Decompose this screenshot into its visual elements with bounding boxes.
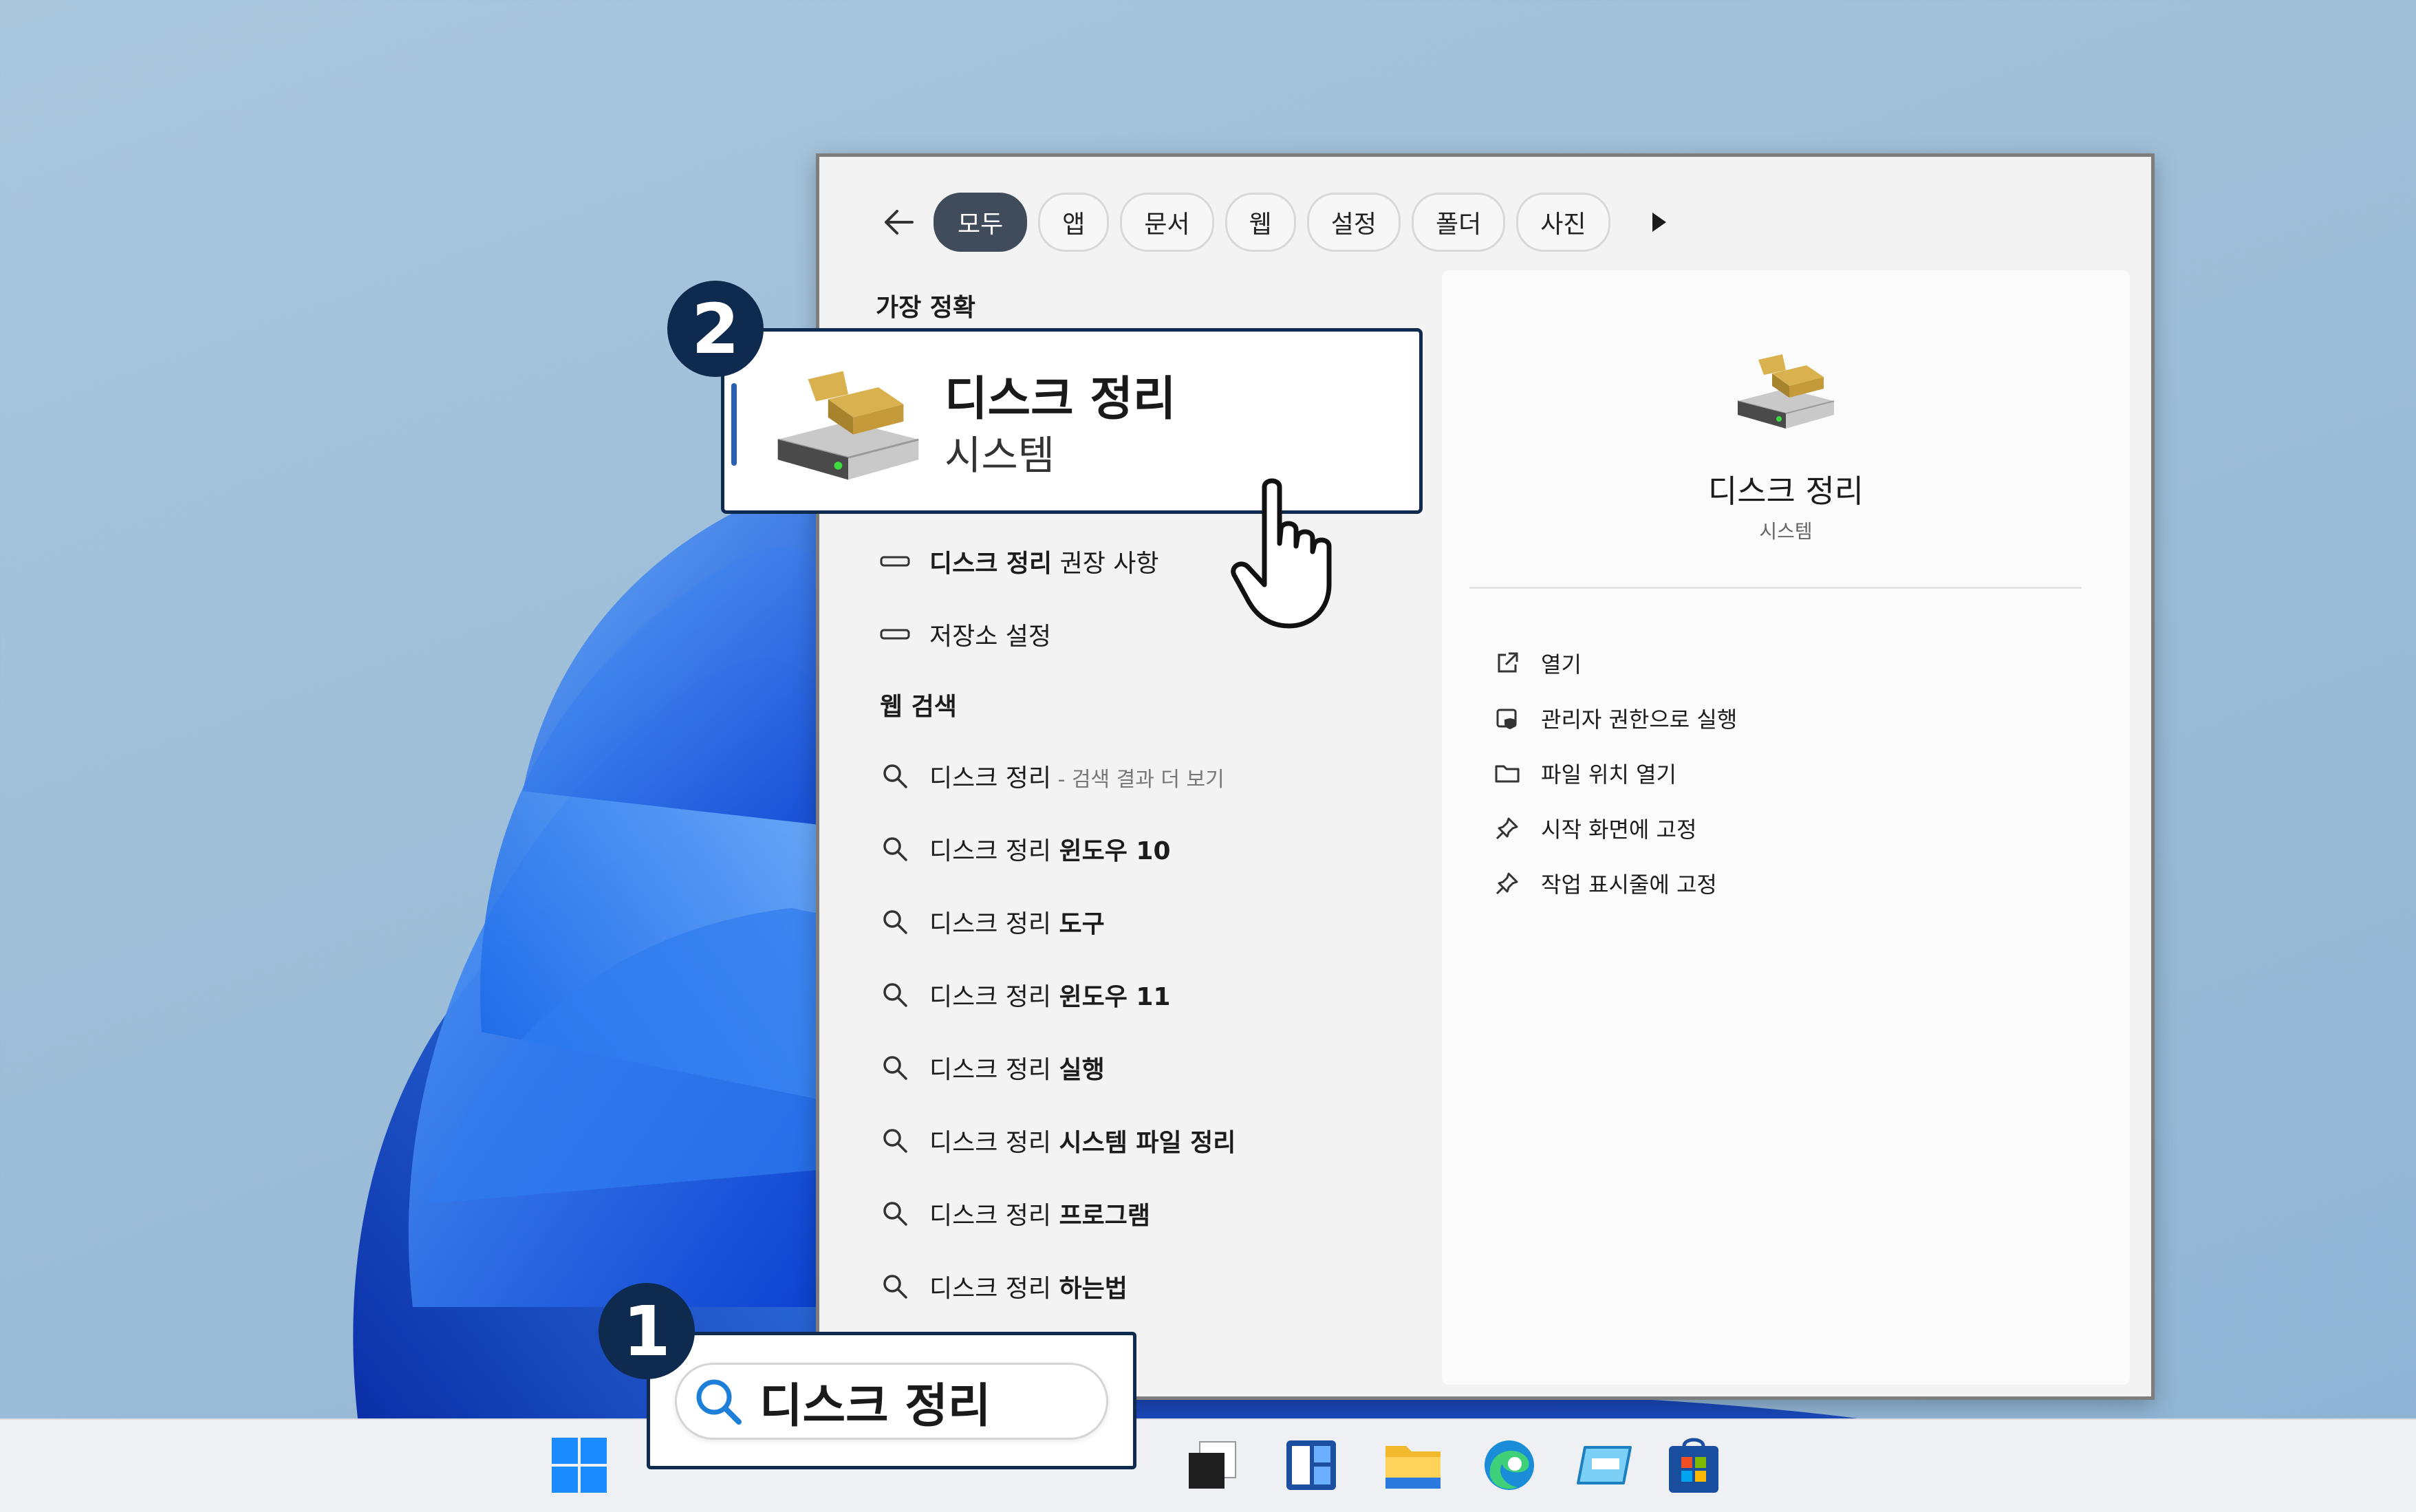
filter-tab-all[interactable]: 모두 bbox=[934, 193, 1028, 252]
action-label: 관리자 권한으로 실행 bbox=[1541, 706, 1738, 733]
result-text: 권장 사항 bbox=[1052, 550, 1159, 578]
start-button[interactable] bbox=[550, 1436, 608, 1494]
filter-bar: 모두 앱 문서 웹 설정 폴더 사진 bbox=[874, 191, 1683, 253]
action-open[interactable]: 열기 bbox=[1490, 639, 1582, 687]
hand-cursor-icon bbox=[1231, 478, 1332, 629]
web-result-bold: 시스템 파일 정리 bbox=[1059, 1129, 1236, 1157]
selection-indicator bbox=[731, 383, 737, 466]
web-result-row[interactable]: 디스크 정리 실행 bbox=[874, 1033, 1535, 1102]
folder-icon bbox=[1495, 765, 1520, 783]
action-label: 파일 위치 열기 bbox=[1541, 762, 1676, 788]
web-result-row[interactable]: 디스크 정리 - 검색 결과 더 보기 bbox=[874, 742, 1535, 810]
edge-browser-button[interactable] bbox=[1480, 1436, 1538, 1494]
search-icon bbox=[883, 910, 907, 934]
web-result-bold: 윈도우 10 bbox=[1059, 837, 1171, 865]
detail-pane: 디스크 정리 시스템 열기 관리자 권한으로 실행 파일 위치 열기 시작 화면… bbox=[1442, 270, 2130, 1385]
microsoft-store-button[interactable] bbox=[1665, 1436, 1723, 1494]
search-icon bbox=[883, 1129, 907, 1153]
web-result-row[interactable]: 디스크 정리 도구 bbox=[874, 887, 1535, 956]
detail-app-type: 시스템 bbox=[1759, 520, 1813, 543]
result-row-storage-settings[interactable]: 저장소 설정 bbox=[874, 600, 1535, 669]
web-result-row[interactable]: 디스크 정리 윈도우 11 bbox=[874, 960, 1535, 1029]
web-result-prefix: 디스크 정리 bbox=[929, 764, 1052, 792]
back-button[interactable] bbox=[874, 198, 923, 246]
filter-tab-photos[interactable]: 사진 bbox=[1516, 193, 1610, 252]
search-icon bbox=[883, 837, 907, 861]
search-icon bbox=[696, 1379, 742, 1425]
web-result-row[interactable]: 디스크 정리 하는법 bbox=[874, 1252, 1535, 1321]
web-result-prefix: 디스크 정리 bbox=[929, 983, 1059, 1011]
filter-tab-web[interactable]: 웹 bbox=[1225, 193, 1296, 252]
action-pin-to-start[interactable]: 시작 화면에 고정 bbox=[1490, 804, 1696, 852]
web-result-prefix: 디스크 정리 bbox=[929, 837, 1059, 865]
drive-icon bbox=[880, 556, 910, 567]
filter-tab-settings[interactable]: 설정 bbox=[1306, 193, 1401, 252]
taskbar-search-query: 디스크 정리 bbox=[759, 1379, 991, 1434]
web-result-prefix: 디스크 정리 bbox=[929, 910, 1059, 938]
filter-tab-folders[interactable]: 폴더 bbox=[1412, 193, 1506, 252]
web-result-bold: 실행 bbox=[1059, 1056, 1105, 1084]
web-result-bold: 하는법 bbox=[1059, 1275, 1128, 1303]
filter-tab-documents[interactable]: 문서 bbox=[1120, 193, 1214, 252]
filter-tab-apps[interactable]: 앱 bbox=[1038, 193, 1110, 252]
web-result-row[interactable]: 디스크 정리 시스템 파일 정리 bbox=[874, 1106, 1535, 1175]
edge-icon bbox=[1485, 1440, 1534, 1490]
search-icon bbox=[883, 764, 907, 788]
open-external-icon bbox=[1498, 652, 1518, 673]
web-result-bold: 프로그램 bbox=[1059, 1202, 1150, 1230]
action-run-as-admin[interactable]: 관리자 권한으로 실행 bbox=[1490, 694, 1737, 742]
folder-icon bbox=[1385, 1446, 1441, 1489]
web-search-heading: 웹 검색 bbox=[880, 693, 957, 721]
step-badge-1: 1 bbox=[598, 1283, 695, 1379]
web-result-prefix: 디스크 정리 bbox=[929, 1129, 1059, 1157]
widgets-button[interactable] bbox=[1282, 1436, 1340, 1494]
drive-icon bbox=[880, 629, 910, 640]
web-result-bold: 윈도우 11 bbox=[1059, 983, 1171, 1011]
web-result-prefix: 디스크 정리 bbox=[929, 1056, 1059, 1084]
app-button[interactable] bbox=[1575, 1436, 1633, 1494]
detail-divider bbox=[1469, 587, 2082, 589]
back-arrow-icon bbox=[885, 210, 914, 235]
pin-icon bbox=[1496, 872, 1518, 895]
drive-app-icon bbox=[1577, 1446, 1632, 1484]
action-open-file-location[interactable]: 파일 위치 열기 bbox=[1490, 749, 1676, 797]
shield-admin-icon bbox=[1496, 709, 1517, 729]
disk-cleanup-icon bbox=[777, 371, 919, 480]
result-row-disk-cleanup-recommendations[interactable]: 디스크 정리 권장 사항 bbox=[874, 527, 1535, 596]
windows-logo-icon bbox=[552, 1438, 607, 1493]
web-result-prefix: 디스크 정리 bbox=[929, 1275, 1059, 1303]
task-view-button[interactable] bbox=[1183, 1436, 1241, 1494]
action-label: 열기 bbox=[1541, 651, 1582, 678]
web-result-bold: 도구 bbox=[1059, 910, 1105, 938]
play-arrow-icon bbox=[1652, 213, 1666, 232]
web-result-row[interactable]: 디스크 정리 윈도우 10 bbox=[874, 814, 1535, 883]
step-badge-2: 2 bbox=[667, 281, 764, 377]
result-text: 저장소 설정 bbox=[929, 623, 1052, 651]
web-result-sub: - 검색 결과 더 보기 bbox=[1051, 768, 1225, 792]
taskbar-search-callout: 디스크 정리 bbox=[647, 1332, 1136, 1469]
best-match-subtitle: 시스템 bbox=[945, 432, 1055, 479]
store-icon bbox=[1669, 1438, 1718, 1493]
file-explorer-button[interactable] bbox=[1384, 1436, 1442, 1494]
best-match-title: 디스크 정리 bbox=[945, 372, 1176, 426]
search-icon bbox=[883, 1275, 907, 1299]
web-result-prefix: 디스크 정리 bbox=[929, 1202, 1059, 1230]
best-match-heading: 가장 정확 bbox=[876, 294, 976, 322]
web-result-row[interactable]: 디스크 정리 프로그램 bbox=[874, 1179, 1535, 1248]
search-icon bbox=[883, 1056, 907, 1080]
result-bold-text: 디스크 정리 bbox=[929, 550, 1053, 578]
disk-cleanup-icon bbox=[1737, 354, 1835, 429]
task-view-icon bbox=[1189, 1441, 1236, 1489]
detail-app-name: 디스크 정리 bbox=[1707, 473, 1864, 510]
search-icon bbox=[883, 1202, 907, 1226]
action-label: 시작 화면에 고정 bbox=[1541, 817, 1697, 843]
more-filters-button[interactable] bbox=[1635, 198, 1683, 246]
taskbar-search-box[interactable]: 디스크 정리 bbox=[675, 1363, 1108, 1440]
action-label: 작업 표시줄에 고정 bbox=[1541, 872, 1717, 898]
pin-icon bbox=[1496, 817, 1518, 840]
action-pin-to-taskbar[interactable]: 작업 표시줄에 고정 bbox=[1490, 859, 1717, 907]
search-icon bbox=[883, 983, 907, 1007]
widgets-icon bbox=[1286, 1440, 1336, 1490]
